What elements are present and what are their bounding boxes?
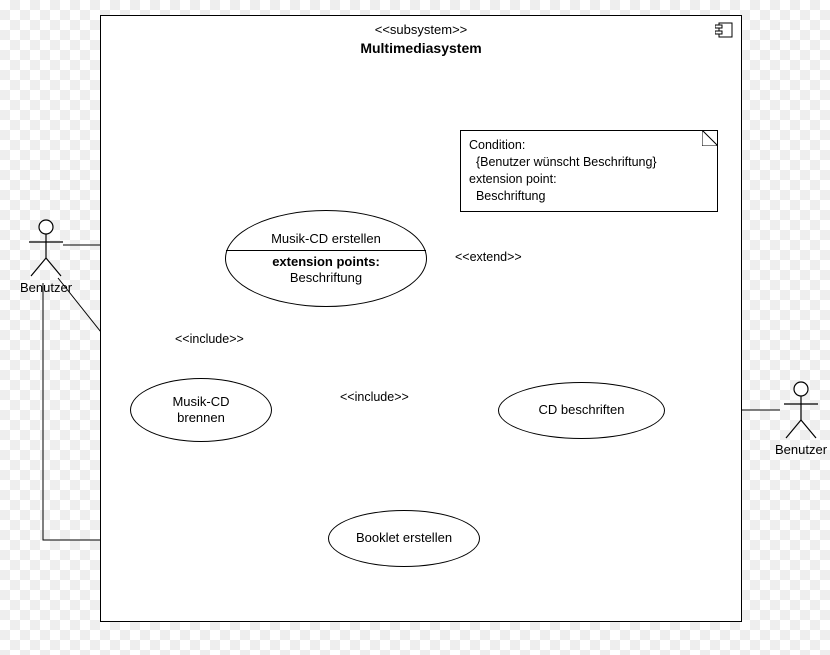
include-label: <<include>> bbox=[175, 332, 244, 346]
note-line: Condition: bbox=[469, 137, 709, 154]
actor-benutzer-right: Benutzer bbox=[775, 380, 827, 457]
extension-points-divider bbox=[226, 250, 426, 251]
component-icon bbox=[715, 22, 733, 38]
usecase-title: Booklet erstellen bbox=[356, 530, 452, 546]
usecase-musik-cd-brennen: Musik-CD brennen bbox=[130, 378, 272, 442]
actor-icon bbox=[23, 218, 69, 280]
usecase-musik-cd-erstellen: Musik-CD erstellen extension points: Bes… bbox=[225, 210, 427, 307]
system-header: <<subsystem>> Multimediasystem bbox=[101, 16, 741, 61]
extend-label: <<extend>> bbox=[455, 250, 522, 264]
usecase-title: CD beschriften bbox=[539, 402, 625, 418]
note-line: {Benutzer wünscht Beschriftung} bbox=[469, 154, 709, 171]
usecase-booklet-erstellen: Booklet erstellen bbox=[328, 510, 480, 567]
actor-icon bbox=[778, 380, 824, 442]
note-line: Beschriftung bbox=[469, 188, 709, 205]
extend-condition-note: Condition: {Benutzer wünscht Beschriftun… bbox=[460, 130, 718, 212]
actor-benutzer-left: Benutzer bbox=[20, 218, 72, 295]
system-title: Multimediasystem bbox=[101, 39, 741, 57]
actor-label: Benutzer bbox=[20, 280, 72, 295]
extension-point-name: Beschriftung bbox=[290, 270, 362, 286]
usecase-title: Musik-CD erstellen bbox=[271, 231, 381, 247]
note-line: extension point: bbox=[469, 171, 709, 188]
system-stereotype: <<subsystem>> bbox=[101, 22, 741, 39]
note-dog-ear-icon bbox=[702, 130, 718, 146]
include-label: <<include>> bbox=[340, 390, 409, 404]
usecase-cd-beschriften: CD beschriften bbox=[498, 382, 665, 439]
usecase-title: Musik-CD brennen bbox=[172, 394, 229, 427]
extension-points-label: extension points: bbox=[272, 254, 380, 270]
diagram-canvas: <<subsystem>> Multimediasystem Condition… bbox=[0, 0, 830, 655]
actor-label: Benutzer bbox=[775, 442, 827, 457]
